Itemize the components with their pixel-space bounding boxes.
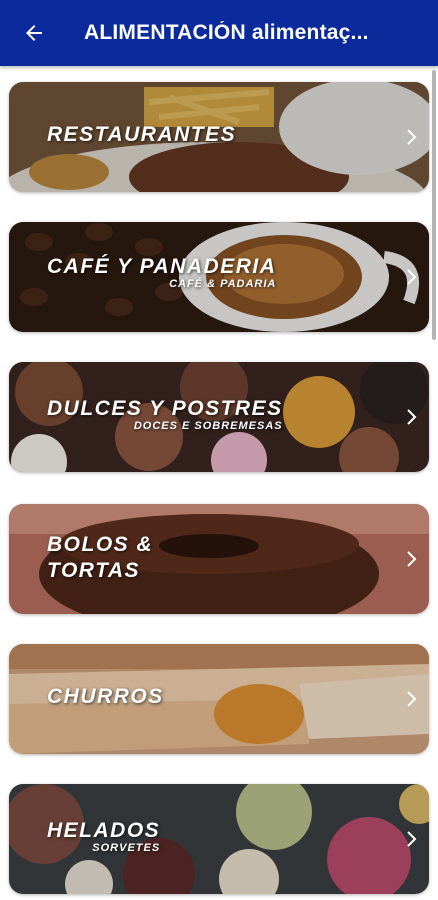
arrow-left-icon <box>26 25 42 41</box>
chevron-right-icon <box>407 269 417 285</box>
category-card-dulces[interactable]: DULCES Y POSTRES DOCES E SOBREMESAS <box>9 362 429 472</box>
chevron-right-icon <box>407 409 417 425</box>
category-label: CHURROS <box>47 684 164 710</box>
category-card-helados[interactable]: HELADOS SORVETES <box>9 784 429 894</box>
back-button[interactable] <box>12 11 56 55</box>
category-label: RESTAURANTES <box>47 122 236 148</box>
category-title-line2: TORTAS <box>47 559 141 582</box>
category-label: BOLOS & TORTAS <box>47 532 153 584</box>
category-title: CHURROS <box>47 685 164 708</box>
category-title: CAFÉ Y PANADERIA <box>47 255 277 278</box>
app-bar: ALIMENTACIÓN alimentaç... <box>0 0 438 66</box>
category-label: DULCES Y POSTRES DOCES E SOBREMESAS <box>47 396 283 432</box>
category-title: HELADOS <box>47 819 161 842</box>
chevron-right-icon <box>407 831 417 847</box>
category-title: RESTAURANTES <box>47 123 237 146</box>
page-title: ALIMENTACIÓN alimentaç... <box>84 21 369 44</box>
category-title: BOLOS & <box>47 533 154 556</box>
category-label: CAFÉ Y PANADERIA CAFÉ & PADARIA <box>47 254 276 290</box>
category-list: RESTAURANTES CAFÉ Y PANADERIA CAFÉ & PAD… <box>0 66 438 900</box>
category-card-bolos[interactable]: BOLOS & TORTAS <box>9 504 429 614</box>
category-title: DULCES Y POSTRES <box>47 397 283 420</box>
category-card-restaurantes[interactable]: RESTAURANTES <box>9 82 429 192</box>
scrollbar[interactable] <box>432 70 436 340</box>
category-label: HELADOS SORVETES <box>47 818 160 854</box>
chevron-right-icon <box>407 129 417 145</box>
chevron-right-icon <box>407 551 417 567</box>
category-card-churros[interactable]: CHURROS <box>9 644 429 754</box>
category-card-cafe[interactable]: CAFÉ Y PANADERIA CAFÉ & PADARIA <box>9 222 429 332</box>
chevron-right-icon <box>407 691 417 707</box>
